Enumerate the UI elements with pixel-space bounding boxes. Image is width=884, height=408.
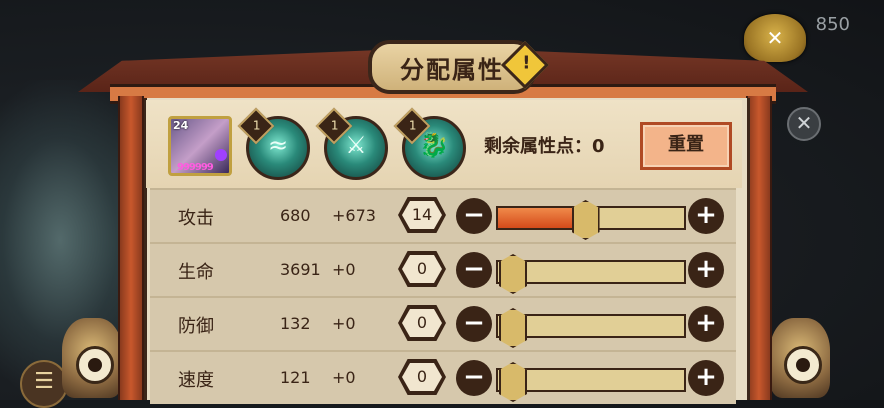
left-pillar bbox=[118, 96, 144, 400]
points-slider[interactable] bbox=[496, 200, 686, 240]
points-badge: 0 bbox=[398, 305, 446, 341]
points-slider[interactable] bbox=[496, 308, 686, 348]
points-badge: 14 bbox=[398, 197, 446, 233]
attribute-name: 速度 bbox=[178, 370, 214, 391]
reset-button[interactable]: 重置 bbox=[640, 122, 732, 170]
points-badge: 0 bbox=[398, 251, 446, 287]
points-slider[interactable] bbox=[496, 254, 686, 294]
attribute-name: 生命 bbox=[178, 262, 214, 283]
attribute-bonus: +0 bbox=[332, 368, 356, 387]
soul-slot-1[interactable]: ≈ 1 bbox=[237, 107, 310, 180]
attribute-base: 3691 bbox=[280, 260, 321, 279]
attribute-base: 132 bbox=[280, 314, 311, 333]
slider-handle[interactable] bbox=[571, 200, 600, 240]
soul-level: 1 bbox=[330, 118, 339, 133]
character-level: 24 bbox=[173, 119, 189, 132]
attribute-name: 攻击 bbox=[178, 208, 214, 229]
attribute-base: 680 bbox=[280, 206, 311, 225]
soul-level: 1 bbox=[408, 118, 417, 133]
gourd-button[interactable]: ✕ bbox=[744, 14, 806, 62]
attribute-bonus: +0 bbox=[332, 260, 356, 279]
soul-level: 1 bbox=[252, 118, 261, 133]
slider-handle[interactable] bbox=[499, 254, 528, 294]
decrease-button[interactable]: − bbox=[456, 198, 492, 234]
attribute-row-speed: 速度 121 +0 0 − + bbox=[150, 350, 736, 404]
increase-button[interactable]: + bbox=[688, 360, 724, 396]
attribute-row-hp: 生命 3691 +0 0 − + bbox=[150, 242, 736, 296]
decrease-button[interactable]: − bbox=[456, 306, 492, 342]
soul-slot-2[interactable]: ⚔ 1 bbox=[315, 107, 388, 180]
lantern-right-icon bbox=[770, 318, 830, 398]
slider-handle[interactable] bbox=[499, 362, 528, 402]
attribute-row-defense: 防御 132 +0 0 − + bbox=[150, 296, 736, 350]
attribute-bonus: +0 bbox=[332, 314, 356, 333]
remaining-points: 剩余属性点：0 bbox=[484, 136, 605, 157]
rarity-badge-icon bbox=[215, 149, 227, 161]
increase-button[interactable]: + bbox=[688, 252, 724, 288]
attribute-row-attack: 攻击 680 +673 14 − + bbox=[150, 188, 736, 242]
lantern-left-icon bbox=[62, 318, 122, 398]
slider-handle[interactable] bbox=[499, 308, 528, 348]
decrease-button[interactable]: − bbox=[456, 252, 492, 288]
close-button[interactable]: ✕ bbox=[787, 107, 821, 141]
increase-button[interactable]: + bbox=[688, 198, 724, 234]
attribute-bonus: +673 bbox=[332, 206, 376, 225]
character-avatar[interactable]: 24 999999 bbox=[168, 116, 232, 176]
menu-button[interactable]: ☰ bbox=[20, 360, 68, 408]
decrease-button[interactable]: − bbox=[456, 360, 492, 396]
attribute-base: 121 bbox=[280, 368, 311, 387]
increase-button[interactable]: + bbox=[688, 306, 724, 342]
currency-counter: 850 bbox=[815, 14, 850, 35]
points-badge: 0 bbox=[398, 359, 446, 395]
gourd-icon: ✕ bbox=[766, 26, 784, 50]
points-slider[interactable] bbox=[496, 362, 686, 402]
character-stars: 999999 bbox=[177, 162, 214, 173]
soul-slot-3[interactable]: 🐉 1 bbox=[393, 107, 466, 180]
attribute-name: 防御 bbox=[178, 316, 214, 337]
